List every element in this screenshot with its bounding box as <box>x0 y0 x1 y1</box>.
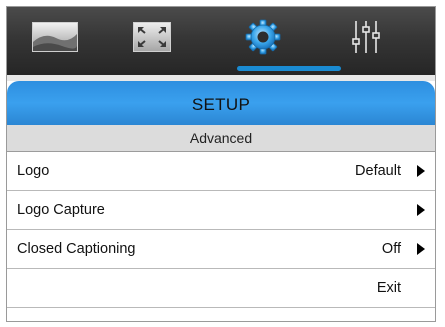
tab-audio[interactable] <box>326 7 406 67</box>
tab-picture[interactable] <box>15 7 95 67</box>
menu-item-label: Logo <box>17 163 50 179</box>
tab-setup[interactable] <box>223 7 303 67</box>
section-title: SETUP <box>191 95 251 114</box>
section-header: SETUP <box>7 81 435 125</box>
menu-item-logo-capture[interactable]: Logo Capture <box>7 191 435 230</box>
menu-item-value: Default <box>355 163 401 179</box>
menu-item-logo[interactable]: Logo Default <box>7 152 435 191</box>
equalizer-sliders-icon <box>352 21 380 53</box>
submenu-arrow-icon <box>417 165 425 177</box>
gear-icon <box>245 19 281 55</box>
active-tab-indicator <box>237 66 341 71</box>
menu-item-label: Logo Capture <box>17 202 105 218</box>
landscape-picture-icon <box>32 22 78 52</box>
osd-menu-window: SETUP Advanced Logo Default Logo Capture… <box>6 6 436 322</box>
menu-item-value: Off <box>381 241 401 257</box>
menu-tab-bar <box>7 7 435 75</box>
sub-title: Advanced <box>189 130 253 146</box>
tab-display[interactable] <box>112 7 192 67</box>
submenu-arrow-icon <box>417 243 425 255</box>
exit-button[interactable]: Exit <box>377 269 401 307</box>
menu-item-exit[interactable]: Exit <box>7 269 435 308</box>
menu-item-label: Closed Captioning <box>17 241 136 257</box>
submenu-arrow-icon <box>417 204 425 216</box>
sub-header: Advanced <box>7 125 435 152</box>
fullscreen-arrows-icon <box>133 22 171 52</box>
menu-item-closed-captioning[interactable]: Closed Captioning Off <box>7 230 435 269</box>
